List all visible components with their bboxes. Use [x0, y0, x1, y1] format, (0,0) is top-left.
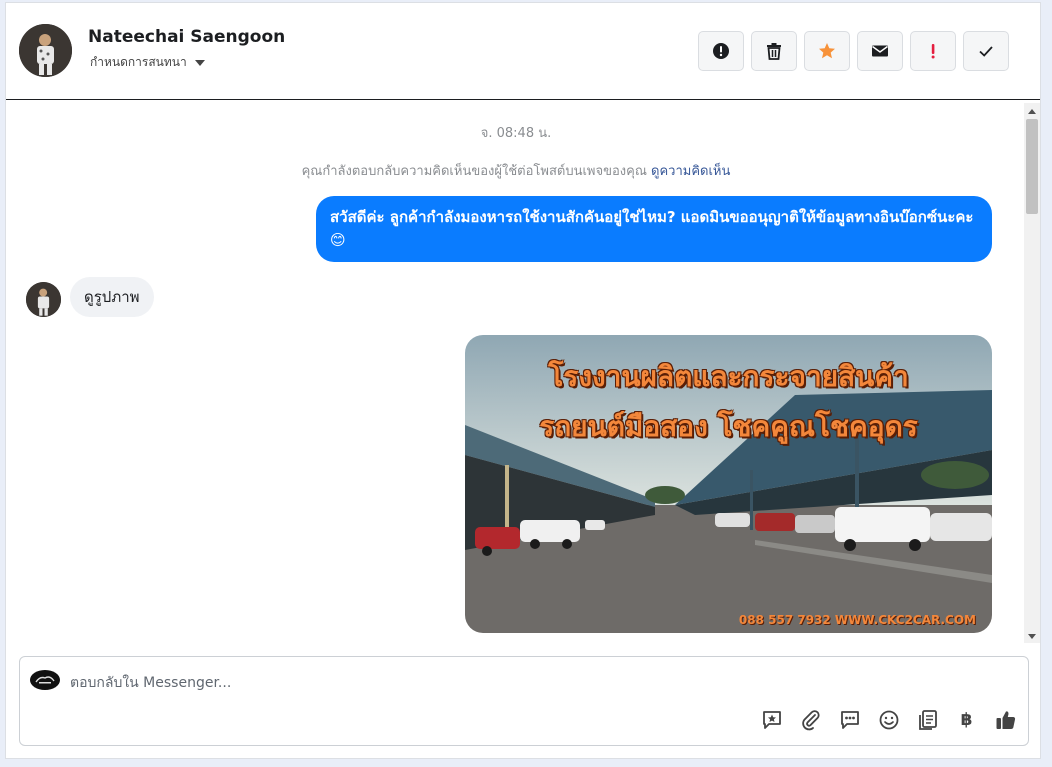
payment-request-button[interactable]: ฿ [954, 707, 979, 732]
shared-photo[interactable]: โรงงานผลิตและกระจายสินค้า รถยนต์มือสอง โ… [465, 335, 992, 633]
emoji-button[interactable] [876, 707, 901, 732]
scroll-thumb[interactable] [1026, 119, 1038, 214]
contact-avatar[interactable] [19, 24, 72, 77]
reply-composer: ฿ [19, 656, 1029, 746]
exclamation-icon [931, 44, 935, 59]
send-like-button[interactable] [993, 707, 1018, 732]
photo-title-line-2: รถยนต์มือสอง โชคคูณโชคอุดร [539, 410, 918, 443]
saved-reply-button[interactable] [759, 707, 784, 732]
reply-context-note: คุณกำลังตอบกลับความคิดเห็นของผู้ใช้ต่อโพ… [6, 160, 1026, 181]
scroll-down-arrow-icon[interactable] [1028, 634, 1036, 639]
contact-name[interactable]: Nateechai Saengoon [88, 27, 285, 47]
follow-up-button[interactable] [910, 31, 956, 71]
scroll-up-arrow-icon[interactable] [1028, 109, 1036, 114]
view-comment-link[interactable]: ดูความคิดเห็น [651, 164, 730, 179]
paperclip-icon [801, 709, 820, 730]
appointment-button[interactable] [915, 707, 940, 732]
spam-button[interactable] [698, 31, 744, 71]
star-icon [819, 43, 835, 59]
envelope-icon [872, 45, 888, 57]
quick-replies-button[interactable] [837, 707, 862, 732]
chevron-down-icon [194, 59, 205, 66]
document-stack-icon [918, 709, 937, 730]
message-thread: จ. 08:48 น. คุณกำลังตอบกลับความคิดเห็นขอ… [6, 101, 1040, 643]
delete-button[interactable] [751, 31, 797, 71]
message-timestamp: จ. 08:48 น. [480, 126, 552, 141]
photo-title-line-1: โรงงานผลิตและกระจายสินค้า [548, 360, 909, 393]
conversation-header: Nateechai Saengoon กำหนดการสนทนา [6, 3, 1040, 100]
outgoing-message-bubble[interactable]: สวัสดีค่ะ ลูกค้ากำลังมองหารถใช้งานสักคัน… [316, 196, 992, 262]
conversation-panel: Nateechai Saengoon กำหนดการสนทนา จ. 08:4… [5, 2, 1041, 759]
attach-file-button[interactable] [798, 707, 823, 732]
reply-context-text: คุณกำลังตอบกลับความคิดเห็นของผู้ใช้ต่อโพ… [301, 164, 647, 179]
assign-conversation-dropdown[interactable]: กำหนดการสนทนา [90, 53, 205, 72]
mark-done-button[interactable] [963, 31, 1009, 71]
alert-circle-icon [713, 43, 729, 59]
page-logo-icon [30, 670, 60, 690]
reply-input[interactable] [70, 669, 970, 697]
chat-dots-icon [840, 710, 859, 729]
thumbs-up-icon [996, 710, 1015, 729]
trash-icon [767, 43, 781, 60]
checkmark-icon [979, 46, 993, 57]
incoming-message-bubble[interactable]: ดูรูปภาพ [70, 277, 154, 317]
mark-unread-button[interactable] [857, 31, 903, 71]
thread-scrollbar[interactable] [1024, 103, 1040, 643]
photo-footer-text: 088 557 7932 WWW.CKC2CAR.COM [738, 613, 976, 627]
composer-toolbar: ฿ [759, 707, 1018, 732]
contact-avatar-small [26, 282, 61, 317]
header-actions [698, 31, 1009, 71]
chat-star-icon [762, 710, 781, 729]
assign-label: กำหนดการสนทนา [90, 55, 187, 69]
smiley-icon [879, 710, 898, 729]
star-button[interactable] [804, 31, 850, 71]
